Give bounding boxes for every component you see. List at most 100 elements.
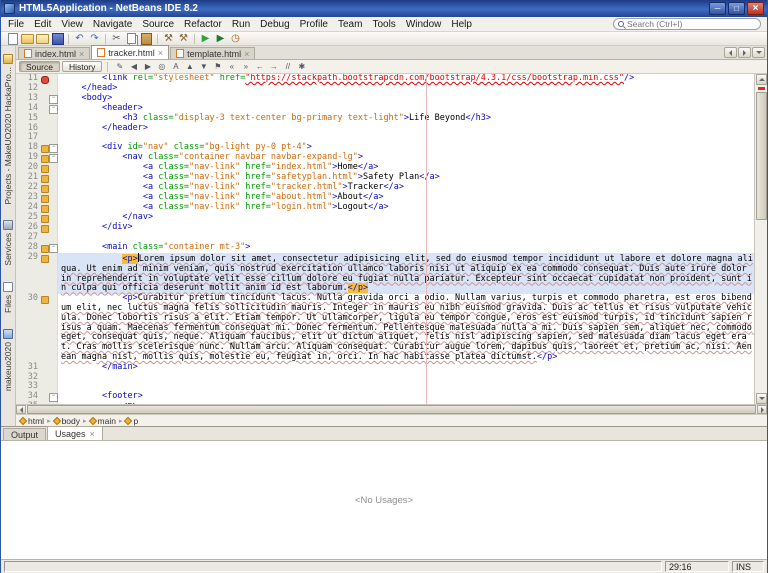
scroll-tabs-left-button[interactable] [724,47,737,58]
undo-icon[interactable]: ↶ [72,32,87,45]
profile-project-icon[interactable]: ◷ [228,32,243,45]
code-text: <a class="nav-link" href="login.html">Lo… [61,202,389,213]
redo-icon[interactable]: ↷ [87,32,102,45]
code-line[interactable]: 31 </main> [16,362,754,373]
save-all-icon[interactable] [50,32,65,45]
editor-minibar: Source History ✎ ◀ ▶ ◎ A ▲ ▼ ⚑ «» ← →//✱ [16,60,767,74]
fold-toggle[interactable] [49,392,58,403]
tab-tracker.html[interactable]: tracker.html [91,45,170,59]
forward-icon[interactable]: ▶ [141,61,154,73]
uncomment-icon[interactable]: ✱ [295,61,308,73]
scroll-right-icon[interactable] [757,405,767,414]
next-bookmark-icon[interactable]: » [239,61,252,73]
paste-icon[interactable] [139,32,154,45]
fold-toggle[interactable] [49,93,58,104]
minimize-button[interactable] [709,2,726,15]
fold-toggle[interactable] [49,103,58,114]
menu-item-tools[interactable]: Tools [367,19,400,30]
toggle-bookmark-icon[interactable]: ⚑ [211,61,224,73]
close-button[interactable] [747,2,764,15]
tab-list-button[interactable] [752,47,765,58]
menu-item-navigate[interactable]: Navigate [88,19,137,30]
breadcrumb-item-body[interactable]: body [52,416,80,426]
scroll-down-icon[interactable] [756,393,767,404]
code-line[interactable]: 32 [16,372,754,383]
sidebar-tab-services[interactable]: Services [3,220,13,266]
breadcrumb-item-main[interactable]: main [88,416,116,426]
vertical-scrollbar[interactable] [754,74,767,404]
menu-item-refactor[interactable]: Refactor [179,19,227,30]
menu-item-source[interactable]: Source [137,19,179,30]
menu-item-help[interactable]: Help [446,19,477,30]
debug-project-icon[interactable]: ▶ [213,32,228,45]
code-line[interactable]: 28 <main class="container mt-3"> [16,242,754,253]
code-line[interactable]: 12 </head> [16,83,754,94]
shift-left-icon[interactable]: ← [253,61,266,73]
annotation-glyph [40,173,49,184]
clean-build-icon[interactable]: ⚒ [176,32,191,45]
new-project-icon[interactable] [20,32,35,45]
quick-search-box[interactable] [613,18,761,30]
scroll-up-icon[interactable] [756,74,767,85]
tab-template.html[interactable]: template.html [170,47,256,59]
copy-icon[interactable] [124,32,139,45]
open-project-icon[interactable] [35,32,50,45]
sidebar-tab-projects[interactable]: Projects - MakeUO2020 HackaPro... [3,54,13,204]
new-file-icon[interactable] [5,32,20,45]
output-body: <No Usages> [1,441,767,559]
fold-toggle[interactable] [49,242,58,253]
source-view-button[interactable]: Source [19,61,60,72]
tab-index.html[interactable]: index.html [18,47,91,59]
code-area[interactable]: 11 <link rel="stylesheet" href="https://… [16,74,754,404]
find-selection-icon[interactable]: ◎ [155,61,168,73]
sidebar-tab-makeuo2020[interactable]: makeuo2020 [3,329,13,391]
run-project-icon[interactable]: ▶ [198,32,213,45]
menu-item-edit[interactable]: Edit [29,19,56,30]
next-occurrence-icon[interactable]: ▼ [197,61,210,73]
scroll-tabs-right-button[interactable] [738,47,751,58]
code-line[interactable]: 30 <p>Curabitur pretium tincidunt lacus.… [16,293,754,363]
maximize-button[interactable] [728,2,745,15]
shift-right-icon[interactable]: → [267,61,280,73]
menu-item-run[interactable]: Run [227,19,255,30]
previous-bookmark-icon[interactable]: « [225,61,238,73]
tab-close-icon[interactable] [79,50,84,58]
back-icon[interactable]: ◀ [127,61,140,73]
tab-close-icon[interactable] [90,430,95,438]
tab-close-icon[interactable] [158,49,163,57]
code-line[interactable]: 16 </header> [16,123,754,134]
menu-item-profile[interactable]: Profile [295,19,333,30]
previous-occurrence-icon[interactable]: ▲ [183,61,196,73]
error-stripe-mark[interactable] [758,87,765,90]
element-icon [88,416,97,425]
vertical-scroll-thumb[interactable] [756,92,767,220]
menu-item-window[interactable]: Window [401,19,447,30]
menu-item-file[interactable]: File [3,19,29,30]
breadcrumb-item-p[interactable]: p [124,416,138,426]
menu-item-team[interactable]: Team [333,19,367,30]
output-tab-usages[interactable]: Usages [47,426,103,440]
cut-icon[interactable]: ✂ [109,32,124,45]
build-project-icon[interactable]: ⚒ [161,32,176,45]
menu-item-debug[interactable]: Debug [255,19,294,30]
code-line[interactable]: 29 <p>Lorem ipsum dolor sit amet, consec… [16,252,754,295]
menu-item-view[interactable]: View [56,19,88,30]
code-line[interactable]: 26 </div> [16,222,754,234]
tab-label: tracker.html [108,47,155,58]
annotation-glyph [40,74,49,84]
fold-toggle[interactable] [49,153,58,164]
scroll-left-icon[interactable] [16,405,26,414]
sidebar-tab-files[interactable]: Files [3,282,13,313]
quick-search-input[interactable] [627,19,756,29]
last-edit-icon[interactable]: ✎ [113,61,126,73]
breadcrumb-item-html[interactable]: html [18,416,44,426]
horizontal-scroll-thumb[interactable] [27,405,756,414]
highlight-occurrences-icon[interactable]: A [169,61,182,73]
comment-icon[interactable]: // [281,61,294,73]
horizontal-scrollbar[interactable] [16,404,767,414]
code-line[interactable]: 11 <link rel="stylesheet" href="https://… [16,74,754,84]
fold-toggle[interactable] [49,143,58,154]
history-view-button[interactable]: History [61,61,103,72]
output-tab-output[interactable]: Output [3,428,47,440]
tab-close-icon[interactable] [244,50,249,58]
